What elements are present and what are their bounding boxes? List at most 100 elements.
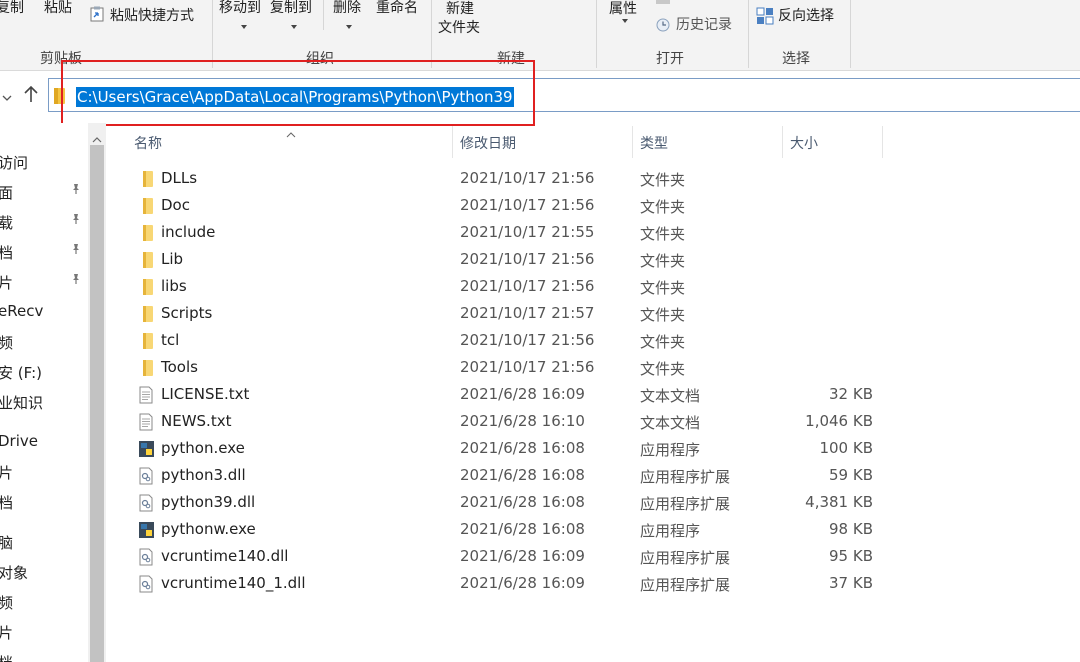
file-row[interactable]: vcruntime140.dll 2021/6/28 16:09 应用程序扩展 95 … (130, 544, 890, 571)
file-date: 2021/10/17 21:55 (460, 223, 595, 241)
paste-shortcut-icon (90, 6, 104, 22)
group-label-open: 打开 (656, 51, 684, 67)
nav-item[interactable]: 脑 (0, 532, 13, 553)
file-name: vcruntime140.dll (161, 547, 289, 565)
move-to-button[interactable]: 移动到 (219, 0, 261, 17)
file-type: 文件夹 (640, 306, 686, 324)
column-divider[interactable] (452, 126, 453, 158)
delete-button[interactable]: 删除 (333, 0, 361, 17)
nav-item[interactable]: 面 (0, 182, 13, 203)
new-folder-button[interactable]: 新建 (446, 0, 474, 18)
file-row[interactable]: python3.dll 2021/6/28 16:08 应用程序扩展 59 KB (130, 463, 890, 490)
file-row[interactable]: Tools 2021/10/17 21:56 文件夹 (130, 355, 890, 382)
nav-item[interactable]: 业知识 (0, 392, 43, 413)
copy-button[interactable]: 复制 (0, 0, 24, 17)
file-type: 应用程序扩展 (640, 549, 731, 567)
dll-file-icon (138, 467, 154, 485)
chevron-down-icon (291, 25, 297, 29)
column-divider[interactable] (632, 126, 633, 158)
history-button[interactable]: 历史记录 (676, 16, 732, 34)
pin-icon[interactable] (70, 243, 82, 258)
nav-item[interactable]: 频 (0, 332, 13, 353)
pin-icon[interactable] (70, 213, 82, 228)
scroll-up-icon[interactable] (92, 129, 102, 148)
folder-icon (138, 251, 154, 269)
folder-icon (138, 170, 154, 188)
nav-item[interactable]: 档 (0, 242, 13, 263)
file-row[interactable]: python39.dll 2021/6/28 16:08 应用程序扩展 4,381 K… (130, 490, 890, 517)
pin-icon[interactable] (70, 273, 82, 288)
file-row[interactable]: NEWS.txt 2021/6/28 16:10 文本文档 1,046 KB (130, 409, 890, 436)
nav-scrollbar-thumb[interactable] (90, 145, 104, 662)
file-row[interactable]: vcruntime140_1.dll 2021/6/28 16:09 应用程序扩展 3… (130, 571, 890, 598)
column-header-size[interactable]: 大小 (790, 133, 818, 153)
file-name: Doc (161, 196, 190, 214)
file-row[interactable]: include 2021/10/17 21:55 文件夹 (130, 220, 890, 247)
nav-item[interactable]: eRecv (0, 302, 43, 320)
dll-file-icon (138, 548, 154, 566)
ribbon-separator (748, 0, 749, 68)
file-date: 2021/6/28 16:09 (460, 385, 585, 403)
file-row[interactable]: pythonw.exe 2021/6/28 16:08 应用程序 98 KB (130, 517, 890, 544)
properties-button[interactable]: 属性 (609, 0, 637, 18)
nav-item[interactable]: 安 (F:) (0, 362, 42, 383)
column-divider[interactable] (882, 126, 883, 158)
ribbon-separator (212, 0, 213, 68)
file-type: 文件夹 (640, 252, 686, 270)
file-name: tcl (161, 331, 180, 349)
file-name: libs (161, 277, 187, 295)
nav-item[interactable]: 对象 (0, 562, 28, 583)
nav-item[interactable]: 载 (0, 212, 13, 233)
file-type: 文本文档 (640, 414, 701, 432)
up-arrow-icon[interactable] (23, 85, 39, 107)
ribbon-separator (596, 0, 597, 68)
column-header-date[interactable]: 修改日期 (460, 133, 516, 153)
recent-locations-chevron-icon[interactable] (2, 88, 12, 107)
python-exe-icon (138, 440, 154, 458)
nav-item[interactable]: 档 (0, 492, 13, 513)
file-row[interactable]: LICENSE.txt 2021/6/28 16:09 文本文档 32 KB (130, 382, 890, 409)
copy-to-button[interactable]: 复制到 (270, 0, 312, 17)
file-date: 2021/6/28 16:09 (460, 547, 585, 565)
nav-item[interactable]: 访问 (0, 152, 28, 173)
chevron-down-icon (241, 25, 247, 29)
nav-item[interactable]: 档 (0, 652, 13, 662)
file-date: 2021/6/28 16:08 (460, 439, 585, 457)
file-row[interactable]: DLLs 2021/10/17 21:56 文件夹 (130, 166, 890, 193)
file-row[interactable]: tcl 2021/10/17 21:56 文件夹 (130, 328, 890, 355)
nav-item[interactable]: 片 (0, 462, 13, 483)
column-divider[interactable] (782, 126, 783, 158)
file-type: 文件夹 (640, 360, 686, 378)
column-header-type[interactable]: 类型 (640, 133, 668, 153)
file-type: 应用程序扩展 (640, 495, 731, 513)
file-row[interactable]: libs 2021/10/17 21:56 文件夹 (130, 274, 890, 301)
column-header-name[interactable]: 名称 (134, 133, 162, 153)
invert-selection-button[interactable]: 反向选择 (778, 7, 834, 25)
pin-icon[interactable] (70, 183, 82, 198)
nav-item[interactable]: 片 (0, 622, 13, 643)
nav-item[interactable]: 频 (0, 592, 13, 613)
file-name: NEWS.txt (161, 412, 232, 430)
dll-file-icon (138, 575, 154, 593)
paste-button[interactable]: 粘贴 (44, 0, 72, 17)
dll-file-icon (138, 494, 154, 512)
sort-ascending-icon (286, 123, 296, 142)
paste-shortcut-button[interactable]: 粘贴快捷方式 (110, 7, 194, 25)
file-date: 2021/6/28 16:08 (460, 520, 585, 538)
file-name: Tools (161, 358, 198, 376)
file-date: 2021/10/17 21:56 (460, 169, 595, 187)
nav-item[interactable]: 片 (0, 272, 13, 293)
file-name: Scripts (161, 304, 213, 322)
file-size: 98 KB (829, 520, 873, 538)
ribbon-separator (431, 0, 432, 68)
file-name: python39.dll (161, 493, 256, 511)
file-row[interactable]: python.exe 2021/6/28 16:08 应用程序 100 KB (130, 436, 890, 463)
file-row[interactable]: Doc 2021/10/17 21:56 文件夹 (130, 193, 890, 220)
file-size: 95 KB (829, 547, 873, 565)
file-row[interactable]: Scripts 2021/10/17 21:57 文件夹 (130, 301, 890, 328)
ribbon-separator (850, 0, 851, 68)
rename-button[interactable]: 重命名 (376, 0, 418, 17)
file-name: vcruntime140_1.dll (161, 574, 306, 592)
file-row[interactable]: Lib 2021/10/17 21:56 文件夹 (130, 247, 890, 274)
nav-item[interactable]: Drive (0, 432, 38, 450)
